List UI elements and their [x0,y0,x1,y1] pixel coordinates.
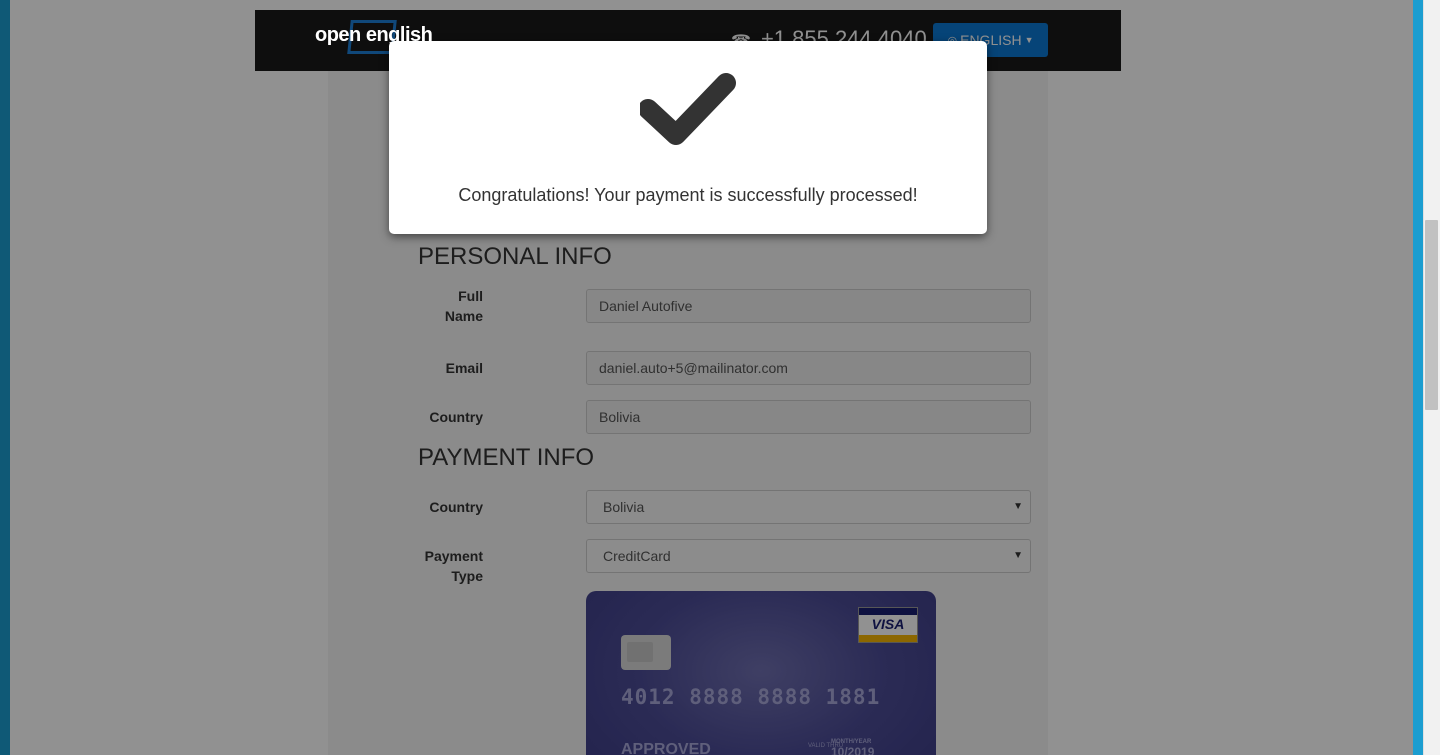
payment-success-modal: Congratulations! Your payment is success… [389,41,987,234]
scrollbar-thumb[interactable] [1425,220,1438,410]
success-message: Congratulations! Your payment is success… [458,185,918,205]
open-english-logo[interactable]: open english [315,20,433,54]
checkmark-icon [640,73,736,145]
